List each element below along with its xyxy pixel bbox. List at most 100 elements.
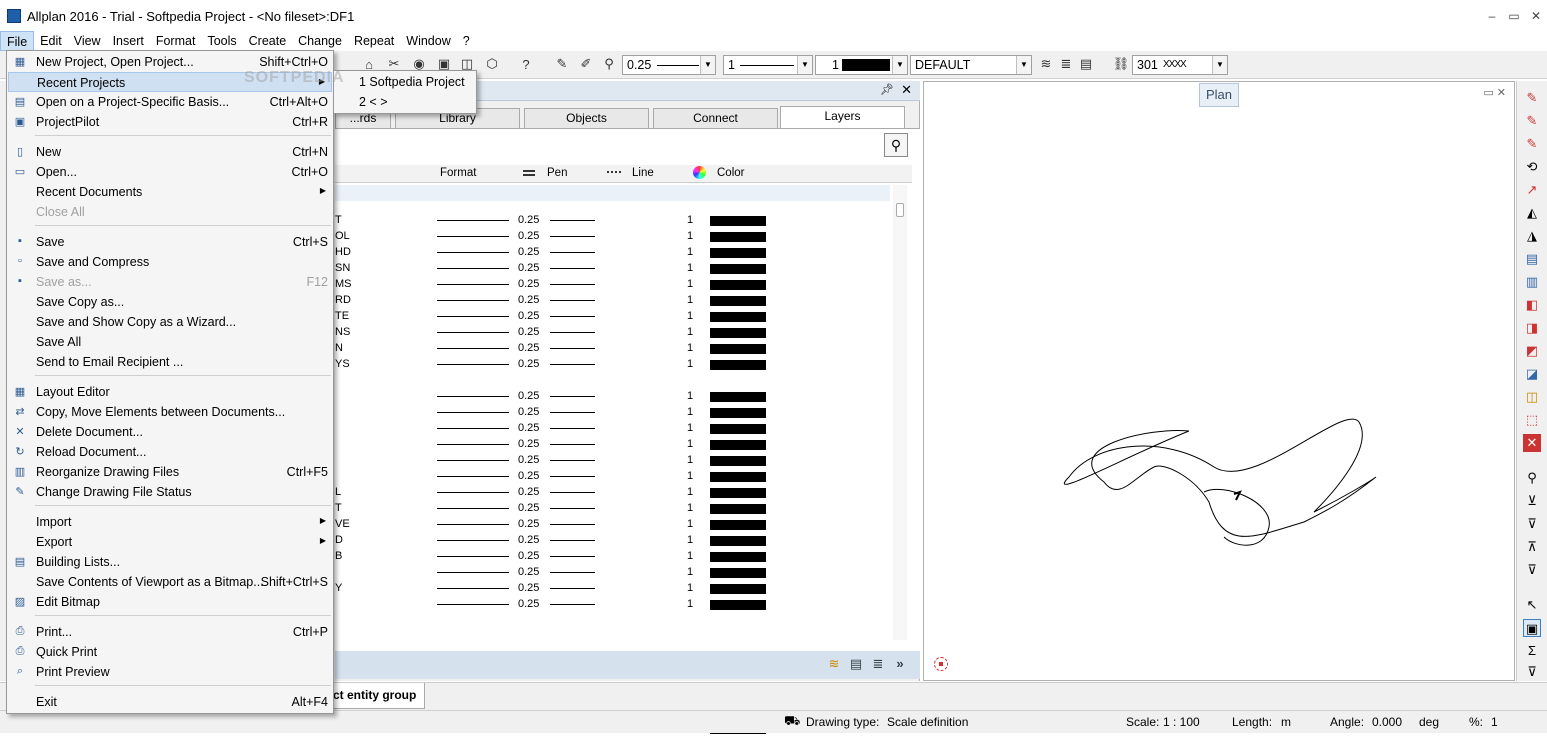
color-swatch[interactable] (710, 360, 766, 370)
layer-visible-icon[interactable]: ≣ (1057, 55, 1075, 73)
layer-pen-value[interactable]: 0.25 (518, 470, 539, 482)
color-swatch[interactable] (710, 568, 766, 578)
angle-value[interactable]: 0.000 (1372, 715, 1402, 729)
file-menu-item-save-contents-of-viewport-as-a-bitmap[interactable]: Save Contents of Viewport as a Bitmap...… (8, 572, 332, 592)
file-menu-item-export[interactable]: Export ▶ (8, 532, 332, 552)
layer-row[interactable]: N 0.25 1 (335, 341, 895, 357)
pin-icon[interactable]: 📌︎ (880, 83, 894, 96)
layer-row[interactable]: B 0.25 1 (335, 549, 895, 565)
eyedropper-icon[interactable]: ⚲ (600, 55, 618, 73)
filter-select-icon[interactable]: ⊼ (1523, 538, 1541, 556)
layer-line-value[interactable]: 1 (687, 310, 693, 322)
file-menu-item-open[interactable]: ▭ Open... Ctrl+O (8, 162, 332, 182)
menu-change[interactable]: Change (292, 31, 348, 51)
layer-line-value[interactable]: 1 (687, 390, 693, 402)
color-select[interactable]: 1 ▼ (815, 55, 908, 75)
color-swatch[interactable] (710, 328, 766, 338)
pattern-select[interactable]: 301 XXXX ▼ (1132, 55, 1228, 75)
layer-pen-value[interactable]: 0.25 (518, 406, 539, 418)
layer-line-value[interactable]: 1 (687, 502, 693, 514)
layer-row[interactable]: L 0.25 1 (335, 485, 895, 501)
tab-layers[interactable]: Layers (780, 106, 905, 128)
color-swatch[interactable] (710, 472, 766, 482)
sum-icon[interactable]: Σ (1523, 642, 1541, 660)
file-menu-item-save-and-show-copy-as-a-wizard[interactable]: Save and Show Copy as a Wizard... (8, 312, 332, 332)
layer-row[interactable]: D 0.25 1 (335, 533, 895, 549)
layer-line-value[interactable]: 1 (687, 598, 693, 610)
close-window-button[interactable]: ✕ (1525, 0, 1547, 32)
layer-pen-value[interactable]: 0.25 (518, 390, 539, 402)
distort-tool-icon[interactable]: ▤ (1523, 250, 1541, 268)
tab-objects[interactable]: Objects (524, 108, 649, 128)
stretch-tool-icon[interactable]: ↗ (1523, 181, 1541, 199)
tab-connect[interactable]: Connect (653, 108, 778, 128)
menu-view[interactable]: View (68, 31, 107, 51)
expand-icon[interactable]: » (891, 656, 909, 674)
close-palette-icon[interactable]: ✕ (901, 82, 912, 98)
menu-format[interactable]: Format (150, 31, 202, 51)
tab-select-entity-group[interactable]: ct entity group (330, 683, 425, 709)
format-painter-icon[interactable]: ✎ (553, 55, 571, 73)
layer-row[interactable]: 0.25 1 (335, 469, 895, 485)
layer-line-value[interactable]: 1 (687, 422, 693, 434)
layer-row[interactable]: HD 0.25 1 (335, 245, 895, 261)
color-swatch[interactable] (710, 504, 766, 514)
file-menu-item-quick-print[interactable]: ⎙ Quick Print (8, 642, 332, 662)
layer-line-value[interactable]: 1 (687, 486, 693, 498)
layer-pen-value[interactable]: 0.25 (518, 310, 539, 322)
layer-pen-value[interactable]: 0.25 (518, 438, 539, 450)
file-menu-item-copy-move-elements-between-documents[interactable]: ⇄ Copy, Move Elements between Documents..… (8, 402, 332, 422)
layer-line-value[interactable]: 1 (687, 566, 693, 578)
layer-line-value[interactable]: 1 (687, 326, 693, 338)
offset-tool-icon[interactable]: ▥ (1523, 273, 1541, 291)
layers-tool-icon[interactable]: ◫ (1523, 388, 1541, 406)
color-swatch[interactable] (710, 536, 766, 546)
layer-pen-value[interactable]: 0.25 (518, 534, 539, 546)
color-swatch[interactable] (710, 216, 766, 226)
col-color[interactable]: Color (717, 167, 744, 179)
layer-row[interactable]: 0.25 1 (335, 421, 895, 437)
select-window-icon[interactable]: ▣ (1523, 619, 1541, 637)
copy-tool-icon[interactable]: ✎ (1523, 112, 1541, 130)
layer-row[interactable]: T 0.25 1 (335, 501, 895, 517)
eyedropper-icon[interactable]: ⚲ (1523, 469, 1541, 487)
fillet-tool-icon[interactable]: ◨ (1523, 319, 1541, 337)
scrollbar-thumb[interactable] (896, 203, 904, 217)
layer-pen-value[interactable]: 0.25 (518, 294, 539, 306)
col-line[interactable]: Line (632, 167, 654, 179)
layer-line-value[interactable]: 1 (687, 406, 693, 418)
layer-row[interactable]: SN 0.25 1 (335, 261, 895, 277)
layer-pen-value[interactable]: 0.25 (518, 566, 539, 578)
delete-tool-icon[interactable]: ✎ (1523, 89, 1541, 107)
color-swatch[interactable] (710, 344, 766, 354)
menu-tools[interactable]: Tools (201, 31, 242, 51)
chamfer-tool-icon[interactable]: ◩ (1523, 342, 1541, 360)
layer-line-value[interactable]: 1 (687, 454, 693, 466)
line-type-select[interactable]: 1 ▼ (723, 55, 813, 75)
filter-clear-icon[interactable]: ⊽ (1523, 561, 1541, 579)
file-menu-item-save-as[interactable]: ▪ Save as... F12 (8, 272, 332, 292)
layer-line-value[interactable]: 1 (687, 278, 693, 290)
filter-icon[interactable]: ⊽ (1523, 515, 1541, 533)
delete-x-icon[interactable]: ✕ (1523, 434, 1541, 452)
file-menu-item-save-all[interactable]: Save All (8, 332, 332, 352)
move-tool-icon[interactable]: ✎ (1523, 135, 1541, 153)
rotate-tool-icon[interactable]: ⟲ (1523, 158, 1541, 176)
col-pen[interactable]: Pen (547, 167, 567, 179)
menu-repeat[interactable]: Repeat (348, 31, 400, 51)
layer-pen-value[interactable]: 0.25 (518, 518, 539, 530)
restore-button[interactable]: ▭ (1503, 0, 1525, 32)
minimize-button[interactable]: – (1481, 0, 1503, 32)
angle-unit[interactable]: deg (1419, 715, 1439, 729)
filter-bottom-icon[interactable]: ⊽ (1523, 663, 1541, 681)
scale-tool-icon[interactable]: ⬚ (1523, 411, 1541, 429)
layer-stack-icon[interactable]: ≋ (1037, 55, 1055, 73)
menu-create[interactable]: Create (243, 31, 293, 51)
layer-group-row[interactable] (335, 185, 890, 201)
file-menu-item-change-drawing-file-status[interactable]: ✎ Change Drawing File Status (8, 482, 332, 502)
layer-line-value[interactable]: 1 (687, 342, 693, 354)
color-swatch[interactable] (710, 456, 766, 466)
layer-line-value[interactable]: 1 (687, 294, 693, 306)
layer-line-value[interactable]: 1 (687, 214, 693, 226)
filter-tool-icon[interactable]: ⊻ (1523, 492, 1541, 510)
